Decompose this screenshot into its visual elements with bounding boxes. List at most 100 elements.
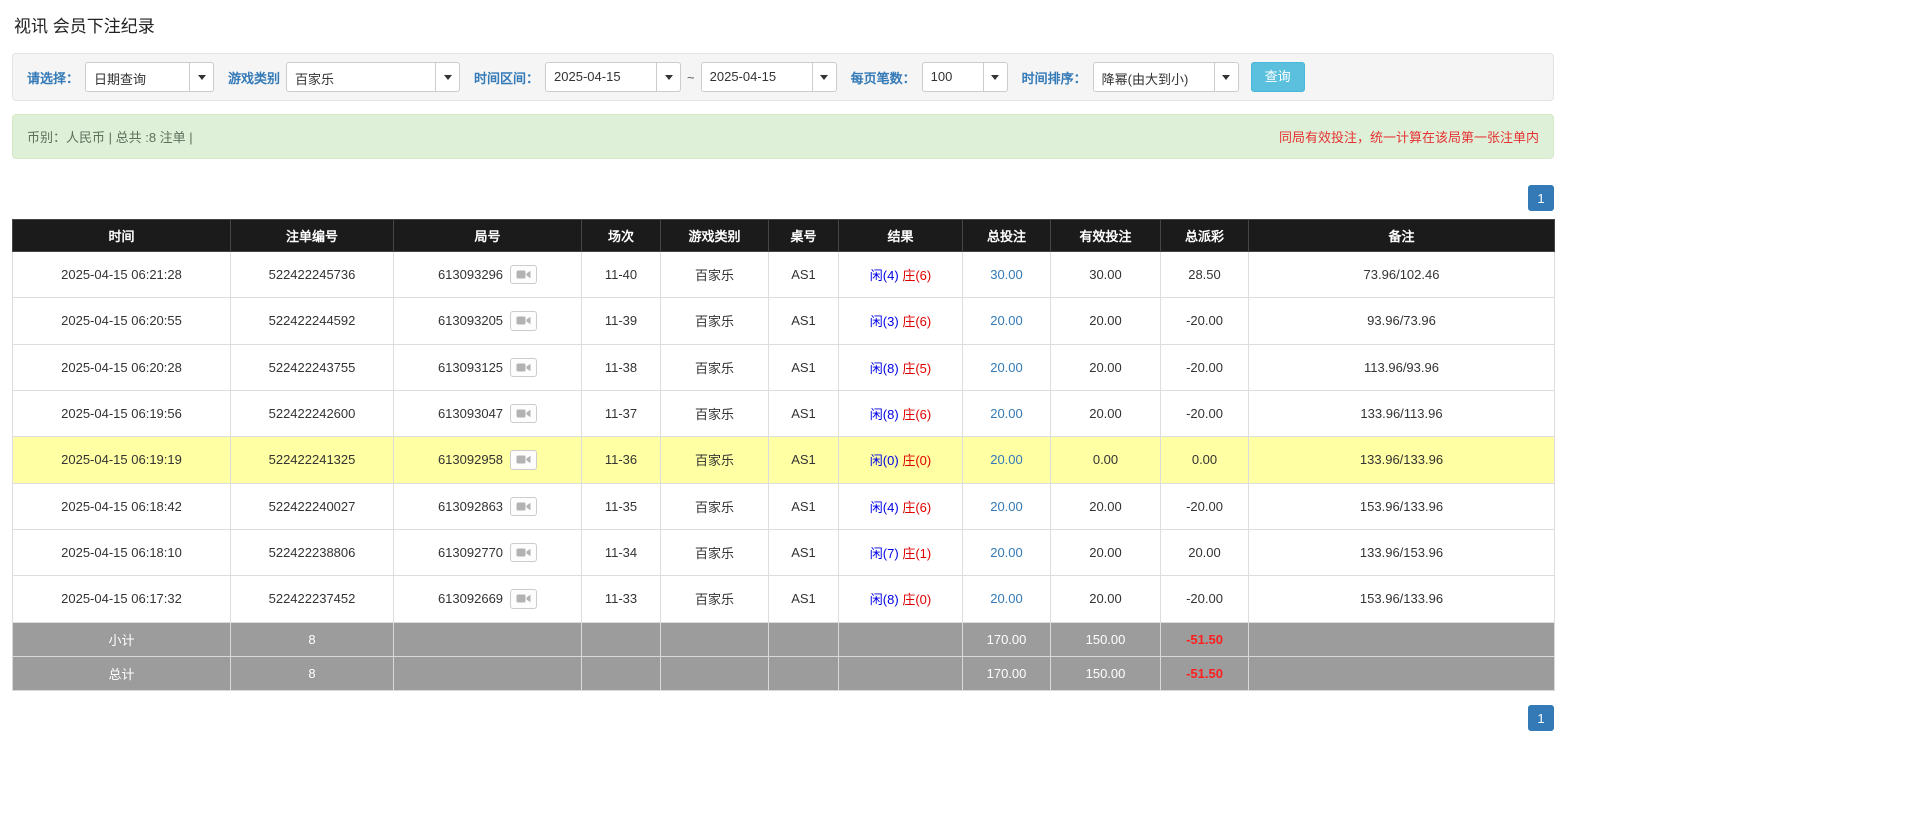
game-type-value: 百家乐 — [286, 62, 436, 92]
chevron-down-icon[interactable] — [436, 62, 460, 92]
column-header-7: 总投注 — [963, 220, 1051, 252]
column-header-8: 有效投注 — [1051, 220, 1161, 252]
cell-remark: 153.96/133.96 — [1249, 576, 1555, 622]
cell-session: 11-34 — [582, 529, 661, 575]
page-button-1[interactable]: 1 — [1528, 705, 1554, 731]
column-header-3: 场次 — [582, 220, 661, 252]
search-button[interactable]: 查询 — [1251, 62, 1305, 92]
cell-table-no: AS1 — [769, 437, 839, 483]
round-no-text: 613093125 — [438, 360, 503, 375]
filter-bar: 请选择： 日期查询 游戏类别 百家乐 时间区间： 2025-04-15 ~ 20… — [12, 53, 1554, 101]
round-no-text: 613093205 — [438, 313, 503, 328]
cell-result: 闲(0) 庄(0) — [839, 437, 963, 483]
table-row: 2025-04-15 06:20:28522422243755613093125… — [13, 344, 1555, 390]
total-bet-link[interactable]: 20.00 — [990, 360, 1023, 375]
result-player: 闲(8) — [870, 592, 899, 607]
table-row: 2025-04-15 06:21:28522422245736613093296… — [13, 252, 1555, 298]
sort-order-select[interactable]: 降幂(由大到小) — [1093, 62, 1239, 92]
total-bet-link[interactable]: 30.00 — [990, 267, 1023, 282]
date-to-value: 2025-04-15 — [701, 62, 813, 92]
total-bet-link[interactable]: 20.00 — [990, 313, 1023, 328]
footer-empty-cell — [582, 656, 661, 690]
footer-empty-cell — [661, 622, 769, 656]
cell-payout: 20.00 — [1161, 529, 1249, 575]
cell-remark: 133.96/153.96 — [1249, 529, 1555, 575]
cell-round-no: 613092863 — [394, 483, 582, 529]
date-type-label: 请选择： — [27, 68, 79, 87]
result-player: 闲(4) — [870, 268, 899, 283]
cell-time: 2025-04-15 06:19:56 — [13, 390, 231, 436]
per-page-select[interactable]: 100 — [922, 62, 1008, 92]
date-to-select[interactable]: 2025-04-15 — [701, 62, 837, 92]
chevron-down-icon[interactable] — [657, 62, 681, 92]
cell-round-no: 613092669 — [394, 576, 582, 622]
chevron-down-icon[interactable] — [813, 62, 837, 92]
cell-payout: -20.00 — [1161, 344, 1249, 390]
cell-result: 闲(3) 庄(6) — [839, 298, 963, 344]
footer-payout: -51.50 — [1161, 656, 1249, 690]
grand-total-row: 总计8170.00150.00-51.50 — [13, 656, 1555, 690]
cell-time: 2025-04-15 06:18:10 — [13, 529, 231, 575]
cell-game-type: 百家乐 — [661, 252, 769, 298]
result-banker: 庄(1) — [902, 546, 931, 561]
video-replay-button[interactable] — [510, 450, 537, 469]
video-replay-button[interactable] — [510, 543, 537, 562]
cell-result: 闲(4) 庄(6) — [839, 483, 963, 529]
cell-round-no: 613093296 — [394, 252, 582, 298]
total-bet-link[interactable]: 20.00 — [990, 545, 1023, 560]
video-replay-button[interactable] — [510, 311, 537, 330]
round-no-text: 613093047 — [438, 406, 503, 421]
per-page-label: 每页笔数： — [851, 68, 916, 87]
footer-valid-bet: 150.00 — [1051, 622, 1161, 656]
total-bet-link[interactable]: 20.00 — [990, 591, 1023, 606]
video-replay-button[interactable] — [510, 265, 537, 284]
cell-table-no: AS1 — [769, 390, 839, 436]
footer-total-bet: 170.00 — [963, 622, 1051, 656]
cell-total-bet: 20.00 — [963, 529, 1051, 575]
video-replay-button[interactable] — [510, 589, 537, 608]
cell-valid-bet: 20.00 — [1051, 483, 1161, 529]
date-type-select[interactable]: 日期查询 — [85, 62, 214, 92]
total-bet-link[interactable]: 20.00 — [990, 452, 1023, 467]
chevron-down-icon[interactable] — [190, 62, 214, 92]
result-player: 闲(8) — [870, 361, 899, 376]
date-from-select[interactable]: 2025-04-15 — [545, 62, 681, 92]
cell-valid-bet: 30.00 — [1051, 252, 1161, 298]
cell-game-type: 百家乐 — [661, 529, 769, 575]
cell-game-type: 百家乐 — [661, 576, 769, 622]
table-header-row: 时间注单编号局号场次游戏类别桌号结果总投注有效投注总派彩备注 — [13, 220, 1555, 252]
chevron-down-icon[interactable] — [984, 62, 1008, 92]
result-player: 闲(8) — [870, 407, 899, 422]
cell-session: 11-37 — [582, 390, 661, 436]
result-player: 闲(3) — [870, 314, 899, 329]
date-type-value: 日期查询 — [85, 62, 190, 92]
video-replay-button[interactable] — [510, 497, 537, 516]
cell-session: 11-40 — [582, 252, 661, 298]
cell-payout: 0.00 — [1161, 437, 1249, 483]
chevron-down-icon[interactable] — [1215, 62, 1239, 92]
cell-result: 闲(4) 庄(6) — [839, 252, 963, 298]
cell-total-bet: 20.00 — [963, 298, 1051, 344]
column-header-2: 局号 — [394, 220, 582, 252]
page-button-1[interactable]: 1 — [1528, 185, 1554, 211]
total-bet-link[interactable]: 20.00 — [990, 406, 1023, 421]
game-type-select[interactable]: 百家乐 — [286, 62, 460, 92]
cell-session: 11-35 — [582, 483, 661, 529]
video-replay-button[interactable] — [510, 358, 537, 377]
video-replay-button[interactable] — [510, 404, 537, 423]
footer-count: 8 — [231, 656, 394, 690]
cell-time: 2025-04-15 06:18:42 — [13, 483, 231, 529]
table-row: 2025-04-15 06:18:42522422240027613092863… — [13, 483, 1555, 529]
result-banker: 庄(0) — [902, 592, 931, 607]
result-player: 闲(4) — [870, 500, 899, 515]
cell-valid-bet: 20.00 — [1051, 529, 1161, 575]
subtotal-row: 小计8170.00150.00-51.50 — [13, 622, 1555, 656]
round-no-text: 613093296 — [438, 267, 503, 282]
cell-bet-no: 522422241325 — [231, 437, 394, 483]
sort-order-label: 时间排序： — [1022, 68, 1087, 87]
cell-total-bet: 20.00 — [963, 344, 1051, 390]
cell-table-no: AS1 — [769, 298, 839, 344]
round-no-text: 613092958 — [438, 452, 503, 467]
video-camera-icon — [516, 362, 531, 373]
total-bet-link[interactable]: 20.00 — [990, 499, 1023, 514]
